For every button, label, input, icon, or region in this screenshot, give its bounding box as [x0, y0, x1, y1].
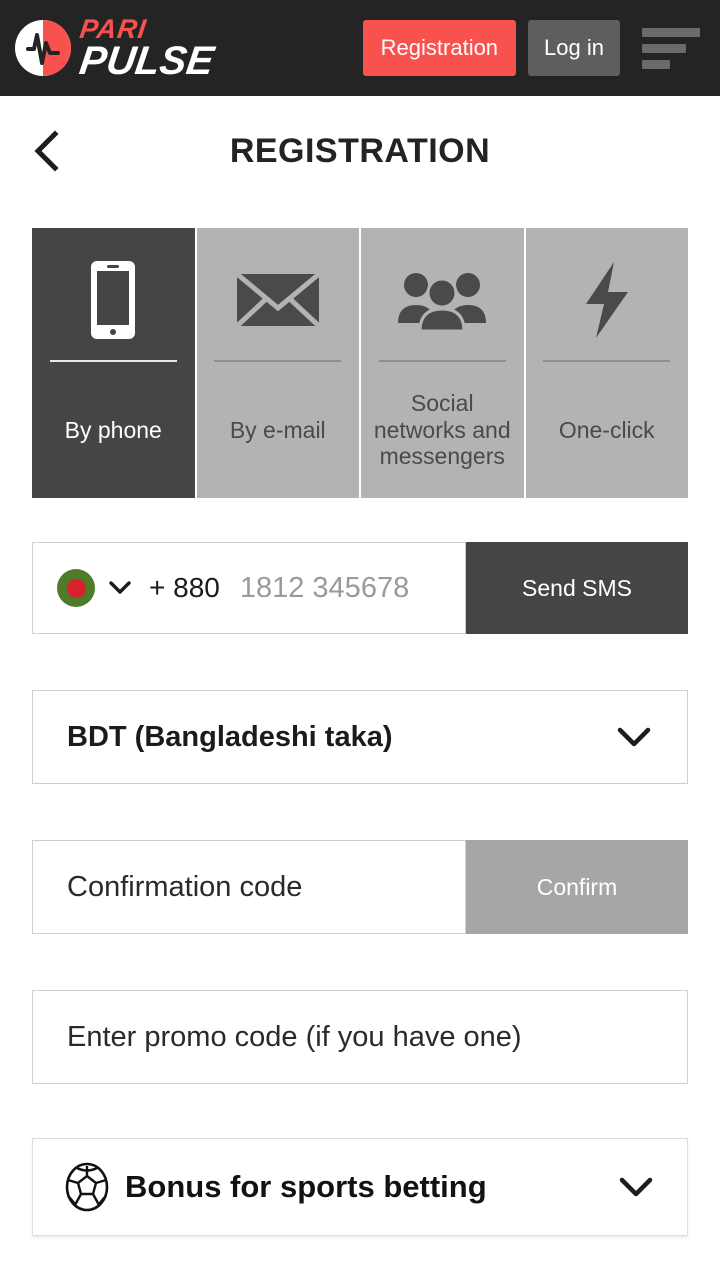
currency-select[interactable]: BDT (Bangladeshi taka): [32, 690, 688, 784]
phone-field[interactable]: + 880 1812 345678: [32, 542, 466, 634]
paripulse-logo-mark: [14, 19, 72, 77]
tab-label-social-networks: Social networks and messengers: [373, 390, 511, 470]
bonus-chevron-down-icon[interactable]: [617, 1175, 655, 1199]
phone-input-row: + 880 1812 345678 Send SMS: [32, 542, 688, 634]
country-code-dropdown[interactable]: [107, 579, 133, 597]
logo-wordmark: PARI PULSE: [76, 14, 217, 83]
dial-code: + 880: [149, 572, 220, 603]
currency-chevron-down-icon[interactable]: [615, 725, 653, 749]
promo-code-placeholder: Enter promo code (if you have one): [67, 1020, 522, 1053]
promo-code-input[interactable]: Enter promo code (if you have one): [32, 990, 688, 1084]
tab-label-by-phone: By phone: [64, 416, 162, 443]
tab-one-click[interactable]: One-click: [525, 228, 688, 498]
confirmation-code-row: Confirmation code Confirm: [32, 840, 688, 934]
bangladesh-flag-icon: [57, 569, 95, 607]
people-group-icon: [396, 242, 488, 358]
confirmation-code-placeholder: Confirmation code: [67, 870, 303, 903]
bonus-select[interactable]: Bonus for sports betting: [32, 1138, 688, 1236]
header-actions: Registration Log in: [362, 20, 720, 76]
promo-code-row: Enter promo code (if you have one): [32, 990, 688, 1084]
bonus-label: Bonus for sports betting: [125, 1169, 487, 1204]
soccer-ball-icon: [65, 1162, 109, 1212]
logo[interactable]: PARI PULSE: [14, 14, 217, 83]
send-sms-button[interactable]: Send SMS: [466, 542, 688, 634]
hamburger-bar: [642, 27, 700, 37]
confirmation-code-input[interactable]: Confirmation code: [32, 840, 466, 934]
logo-pulse-text: PULSE: [76, 38, 217, 83]
hamburger-bar: [642, 43, 686, 53]
tab-by-email[interactable]: By e-mail: [196, 228, 359, 498]
registration-button[interactable]: Registration: [362, 20, 517, 76]
tab-label-by-email: By e-mail: [229, 416, 326, 443]
confirm-button[interactable]: Confirm: [466, 840, 688, 934]
page-title: REGISTRATION: [229, 131, 491, 170]
tab-label-one-click: One-click: [558, 416, 655, 443]
chevron-down-icon: [109, 581, 131, 594]
mobile-phone-icon: [87, 242, 139, 358]
phone-number-input[interactable]: 1812 345678: [240, 572, 409, 605]
lightning-bolt-icon: [578, 242, 636, 358]
tab-by-phone[interactable]: By phone: [32, 228, 195, 498]
hamburger-bar: [642, 59, 670, 69]
page-titlebar: REGISTRATION: [0, 96, 720, 206]
tab-social-networks[interactable]: Social networks and messengers: [361, 228, 524, 498]
flag-red-disc: [66, 578, 86, 598]
bonus-select-row: Bonus for sports betting: [32, 1138, 688, 1236]
registration-page: PARI PULSE Registration Log in REGISTRAT…: [0, 0, 720, 1280]
site-header: PARI PULSE Registration Log in: [0, 0, 720, 96]
login-button[interactable]: Log in: [528, 20, 620, 76]
currency-select-row: BDT (Bangladeshi taka): [32, 690, 688, 784]
registration-method-tabs: By phone By e-mail Social networks and m…: [32, 228, 688, 498]
envelope-icon: [235, 242, 321, 358]
hamburger-menu-icon[interactable]: [642, 27, 700, 69]
currency-selected-value: BDT (Bangladeshi taka): [67, 720, 393, 753]
